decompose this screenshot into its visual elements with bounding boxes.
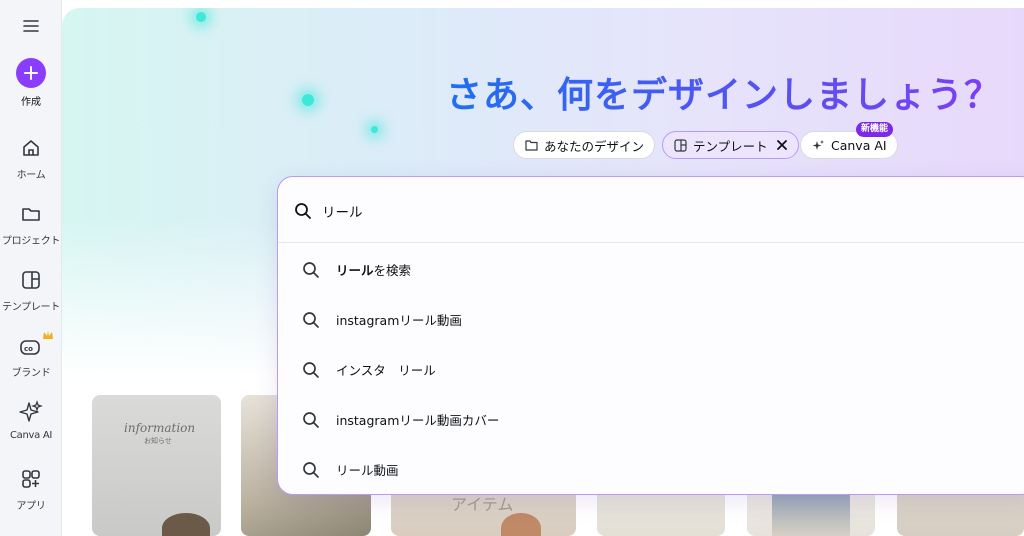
sidebar-item-canva-ai[interactable]: Canva AI [0, 400, 62, 458]
suggestion-rest: を検索 [373, 263, 412, 278]
search-icon [303, 362, 319, 378]
sidebar: 作成 ホーム プロジェクト テンプレート co ブランド Canva AI アプ… [0, 0, 62, 536]
sidebar-item-label: ブランド [11, 368, 51, 379]
sparkle-icon [19, 400, 43, 424]
home-icon [19, 136, 43, 160]
suggestion-item[interactable]: instagramリール動画 [278, 294, 1024, 344]
sidebar-item-label: ホーム [16, 170, 46, 181]
search-icon [303, 412, 319, 428]
template-icon [19, 268, 43, 292]
search-bar [278, 177, 1024, 243]
chip-your-designs[interactable]: あなたのデザイン [513, 131, 656, 159]
new-badge: 新機能 [856, 122, 894, 137]
folder-icon [524, 138, 538, 152]
sidebar-item-apps[interactable]: アプリ [0, 467, 62, 525]
suggestion-text: インスタ リール [336, 363, 436, 378]
glow-dot [302, 94, 314, 106]
search-dropdown: リールを検索 instagramリール動画 インスタ リール instagram… [277, 176, 1024, 495]
glow-dot [371, 126, 378, 133]
sidebar-item-label: Canva AI [9, 430, 53, 441]
crown-icon [43, 331, 53, 339]
suggestion-item[interactable]: リール動画 [278, 444, 1024, 494]
thumbnail-image [162, 513, 210, 536]
folder-icon [19, 202, 43, 226]
sidebar-item-brand[interactable]: co ブランド [0, 331, 62, 392]
chip-label: あなたのデザイン [544, 138, 645, 154]
chip-label: テンプレート [693, 138, 768, 154]
suggestion-highlight: リール [336, 263, 374, 278]
suggestion-text: リールを検索 [336, 260, 411, 279]
sparkle-icon [811, 138, 825, 152]
thumbnail-text: information [124, 421, 196, 435]
suggestion-item[interactable]: インスタ リール [278, 344, 1024, 394]
sidebar-item-label: プロジェクト [1, 236, 61, 247]
template-icon [673, 138, 687, 152]
thumbnail-text: お知らせ [144, 437, 172, 445]
suggestion-item[interactable]: instagramリール動画カバー [278, 394, 1024, 444]
thumbnail-image [772, 495, 850, 536]
apps-icon [19, 467, 43, 491]
create-label: 作成 [21, 97, 41, 108]
menu-icon[interactable] [19, 15, 43, 37]
template-thumbnail[interactable]: information お知らせ [92, 395, 221, 536]
search-icon [295, 203, 311, 219]
search-input[interactable] [322, 199, 822, 223]
chip-label: Canva AI [831, 137, 887, 153]
sidebar-item-label: テンプレート [2, 302, 60, 313]
sidebar-item-label: アプリ [16, 501, 46, 512]
suggestion-text: リール動画 [336, 463, 399, 478]
suggestion-text: instagramリール動画 [336, 313, 462, 328]
brand-icon: co [19, 334, 43, 358]
search-icon [303, 262, 319, 278]
suggestion-text: instagramリール動画カバー [336, 413, 500, 428]
suggestion-item[interactable]: リールを検索 [278, 244, 1024, 294]
close-icon[interactable] [776, 139, 788, 151]
search-icon [303, 312, 319, 328]
sidebar-item-projects[interactable]: プロジェクト [0, 202, 62, 260]
create-button[interactable] [16, 58, 46, 88]
sidebar-item-home[interactable]: ホーム [0, 136, 62, 194]
svg-text:co: co [24, 345, 33, 353]
plus-icon [24, 66, 38, 80]
hero-title: さあ、何をデザインしましょう？ [446, 66, 1000, 118]
glow-dot [196, 12, 206, 22]
chip-templates[interactable]: テンプレート [662, 131, 799, 159]
sidebar-item-templates[interactable]: テンプレート [0, 268, 62, 326]
thumbnail-image [501, 513, 541, 536]
search-icon [303, 462, 319, 478]
